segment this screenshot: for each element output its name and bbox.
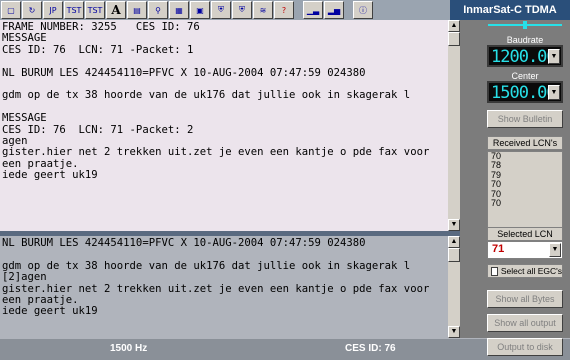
show-all-bytes-button[interactable]: Show all Bytes <box>487 290 563 308</box>
shield-2-icon[interactable]: ⛨ <box>232 1 252 19</box>
message-line: FRAME NUMBER: 3255 CES ID: 76 <box>2 21 200 33</box>
message-line: CES ID: 76 LCN: 71 -Packet: 1 <box>2 43 194 56</box>
scroll-thumb[interactable] <box>448 248 460 262</box>
scroll-thumb[interactable] <box>448 32 460 46</box>
message-line: gdm op de tx 38 hoorde van de uk176 dat … <box>2 259 411 272</box>
selected-lcn-select[interactable]: 71 ▼ <box>487 241 563 259</box>
baudrate-label: Baudrate <box>506 35 544 45</box>
scroll-down-arrow-icon[interactable]: ▼ <box>448 326 460 338</box>
scroll-up-arrow-icon[interactable]: ▲ <box>448 20 460 32</box>
chevron-down-icon[interactable]: ▼ <box>548 49 560 64</box>
message-line: [2]agen <box>2 271 47 284</box>
center-value: 1500.00 <box>491 83 557 103</box>
control-panel: Baudrate 1200.00 ▼ Center 1500.00 ▼ Show… <box>460 20 570 338</box>
center-label: Center <box>511 71 539 81</box>
top-pane-scrollbar[interactable]: ▲ ▼ <box>448 20 460 231</box>
received-lcns-label: Received LCN's <box>487 136 563 150</box>
select-all-egcs-checkbox[interactable] <box>491 266 498 276</box>
bottom-pane-scrollbar[interactable]: ▲ ▼ <box>448 236 460 338</box>
message-output-pane[interactable]: NL BURUM LES 424454110=PFVC X 10-AUG-200… <box>0 236 460 338</box>
app-title: InmarSat-C TDMA <box>450 0 570 20</box>
baudrate-display[interactable]: 1200.00 ▼ <box>487 45 563 67</box>
selected-lcn-label: Selected LCN <box>487 227 563 241</box>
message-line: NL BURUM LES 424454110=PFVC X 10-AUG-200… <box>2 66 366 79</box>
show-all-output-button[interactable]: Show all output <box>487 314 563 332</box>
jp-button[interactable]: JP <box>43 1 63 19</box>
select-all-egcs-row[interactable]: Select all EGC's <box>487 264 563 278</box>
grid-icon[interactable]: ▦ <box>169 1 189 19</box>
help-icon[interactable]: ? <box>274 1 294 19</box>
center-display[interactable]: 1500.00 ▼ <box>487 81 563 103</box>
refresh-icon[interactable]: ↻ <box>22 1 42 19</box>
message-line: gdm op de tx 38 hoorde van de uk176 dat … <box>2 89 411 102</box>
spectrum-icon[interactable]: ≋ <box>253 1 273 19</box>
select-all-egcs-label: Select all EGC's <box>500 266 562 276</box>
tuning-slider-knob[interactable] <box>523 21 527 29</box>
message-line: iede geert uk19 <box>2 305 98 318</box>
status-frequency: 1500 Hz <box>110 343 148 354</box>
binoculars-icon[interactable]: ⚲ <box>148 1 168 19</box>
output-to-disk-button[interactable]: Output to disk <box>487 338 563 356</box>
baudrate-value: 1200.00 <box>491 47 557 67</box>
chevron-down-icon[interactable]: ▼ <box>549 243 561 257</box>
message-line <box>2 102 460 113</box>
window-icon[interactable]: ▤ <box>127 1 147 19</box>
scroll-up-arrow-icon[interactable]: ▲ <box>448 236 460 248</box>
open-file-icon[interactable]: ▢ <box>1 1 21 19</box>
show-bulletin-button[interactable]: Show Bulletin <box>487 110 563 128</box>
message-line: gister.hier net 2 trekken uit.zet je eve… <box>2 146 430 159</box>
info-icon[interactable]: ⓘ <box>353 1 373 19</box>
message-line: CES ID: 76 LCN: 71 -Packet: 2 <box>2 123 194 136</box>
message-line: MESSAGE <box>2 112 47 125</box>
selected-lcn-value: 71 <box>492 243 505 255</box>
font-button[interactable]: A <box>106 1 126 19</box>
message-line <box>2 56 460 67</box>
status-ces-id: CES ID: 76 <box>345 343 396 354</box>
chevron-down-icon[interactable]: ▼ <box>548 85 560 100</box>
received-lcns-list[interactable]: 70 78 79 70 70 70 <box>487 151 563 231</box>
decoded-messages-pane[interactable]: FRAME NUMBER: 3255 CES ID: 76 MESSAGE CES … <box>0 20 460 231</box>
status-bar: 1500 Hz CES ID: 76 <box>0 338 570 360</box>
tst-button[interactable]: TST <box>64 1 84 19</box>
bars-icon[interactable]: ▂▅ <box>324 1 344 19</box>
message-line: NL BURUM LES 424454110=PFVC X 10-AUG-200… <box>2 237 366 249</box>
message-line: iede geert uk19 <box>2 169 98 182</box>
level-meter-icon[interactable]: ▁▃ <box>303 1 323 19</box>
device-icon[interactable]: ▣ <box>190 1 210 19</box>
shield-icon[interactable]: ⛨ <box>211 1 231 19</box>
tst-button-2[interactable]: TST <box>85 1 105 19</box>
scroll-down-arrow-icon[interactable]: ▼ <box>448 219 460 231</box>
lcn-list-item[interactable]: 70 <box>488 198 562 208</box>
